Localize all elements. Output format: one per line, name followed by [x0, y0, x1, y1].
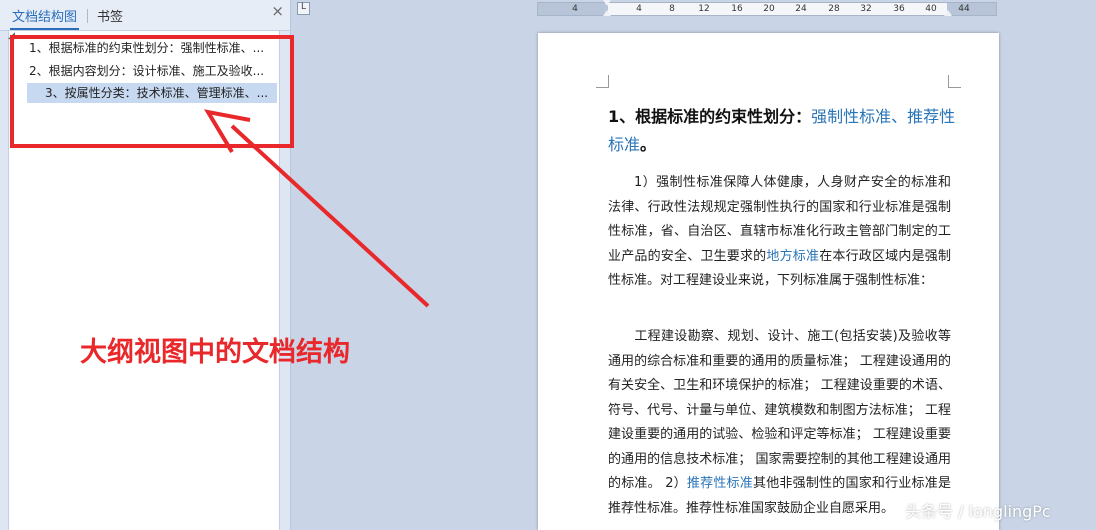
tree-item-2[interactable]: 2、根据内容划分：设计标准、施工及验收... — [29, 61, 275, 81]
margin-corner-mark — [948, 75, 961, 88]
heading-separator: 、 — [891, 107, 908, 126]
para2-text-a: 工程建设勘察、规划、设计、施工(包括安装)及验收等通用的综合标准和重要的通用的质… — [608, 329, 951, 491]
ruler-tick: 32 — [860, 4, 872, 14]
ruler-tick: 40 — [925, 4, 937, 14]
tab-document-map[interactable]: 文档结构图 — [10, 6, 80, 30]
tab-stop-selector-icon[interactable]: L — [297, 2, 310, 15]
tab-divider — [87, 9, 88, 23]
ruler-tick: 16 — [731, 4, 743, 14]
link-recommended-standard-2[interactable]: 推荐性标准 — [687, 476, 753, 491]
margin-corner-mark — [596, 75, 609, 88]
ruler-tick: 44 — [958, 4, 970, 14]
annotation-label: 大纲视图中的文档结构 — [80, 337, 350, 368]
ruler-tick: 8 — [669, 4, 675, 14]
outline-tree: 1、根据标准的约束性划分：强制性标准、... 2、根据内容划分：设计标准、施工及… — [8, 31, 280, 530]
ruler-tick: 12 — [698, 4, 710, 14]
tab-bookmarks[interactable]: 书签 — [95, 6, 125, 28]
document-page[interactable]: 1、根据标准的约束性划分：强制性标准、推荐性标准。 1）强制性标准保障人体健康，… — [538, 33, 999, 530]
first-line-indent-marker[interactable] — [603, 0, 611, 6]
tree-item-1[interactable]: 1、根据标准的约束性划分：强制性标准、... — [29, 38, 275, 58]
close-icon[interactable]: × — [271, 2, 284, 20]
collapse-triangle-icon[interactable]: ◢ — [8, 31, 15, 41]
ruler-right-margin — [947, 3, 996, 15]
ruler-tick: 4 — [572, 4, 578, 14]
ruler-tick: 36 — [893, 4, 905, 14]
heading-1: 1、根据标准的约束性划分：强制性标准、推荐性标准。 — [608, 103, 958, 159]
heading-period: 。 — [640, 135, 657, 154]
heading-text: 1、根据标准的约束性划分： — [608, 107, 812, 126]
tree-item-3[interactable]: 3、按属性分类：技术标准、管理标准、... — [27, 83, 277, 103]
paragraph-1: 1）强制性标准保障人体健康，人身财产安全的标准和法律、行政性法规规定强制性执行的… — [608, 171, 951, 294]
right-indent-marker[interactable] — [944, 10, 952, 16]
watermark: 头条号 / longlingPc — [905, 502, 1051, 521]
paragraph-2: 工程建设勘察、规划、设计、施工(包括安装)及验收等通用的综合标准和重要的通用的质… — [608, 325, 951, 521]
hanging-indent-marker[interactable] — [603, 10, 611, 16]
ruler-tick: 28 — [828, 4, 840, 14]
link-mandatory-standard[interactable]: 强制性标准 — [811, 107, 891, 126]
link-local-standard[interactable]: 地方标准 — [766, 249, 819, 264]
nav-tab-bar: 文档结构图 书签 × — [0, 0, 290, 31]
ruler-tick: 4 — [636, 4, 642, 14]
document-map-pane: 文档结构图 书签 × 1、根据标准的约束性划分：强制性标准、... 2、根据内容… — [0, 0, 291, 530]
ruler-tick: 20 — [763, 4, 775, 14]
ruler-tick: 24 — [795, 4, 807, 14]
